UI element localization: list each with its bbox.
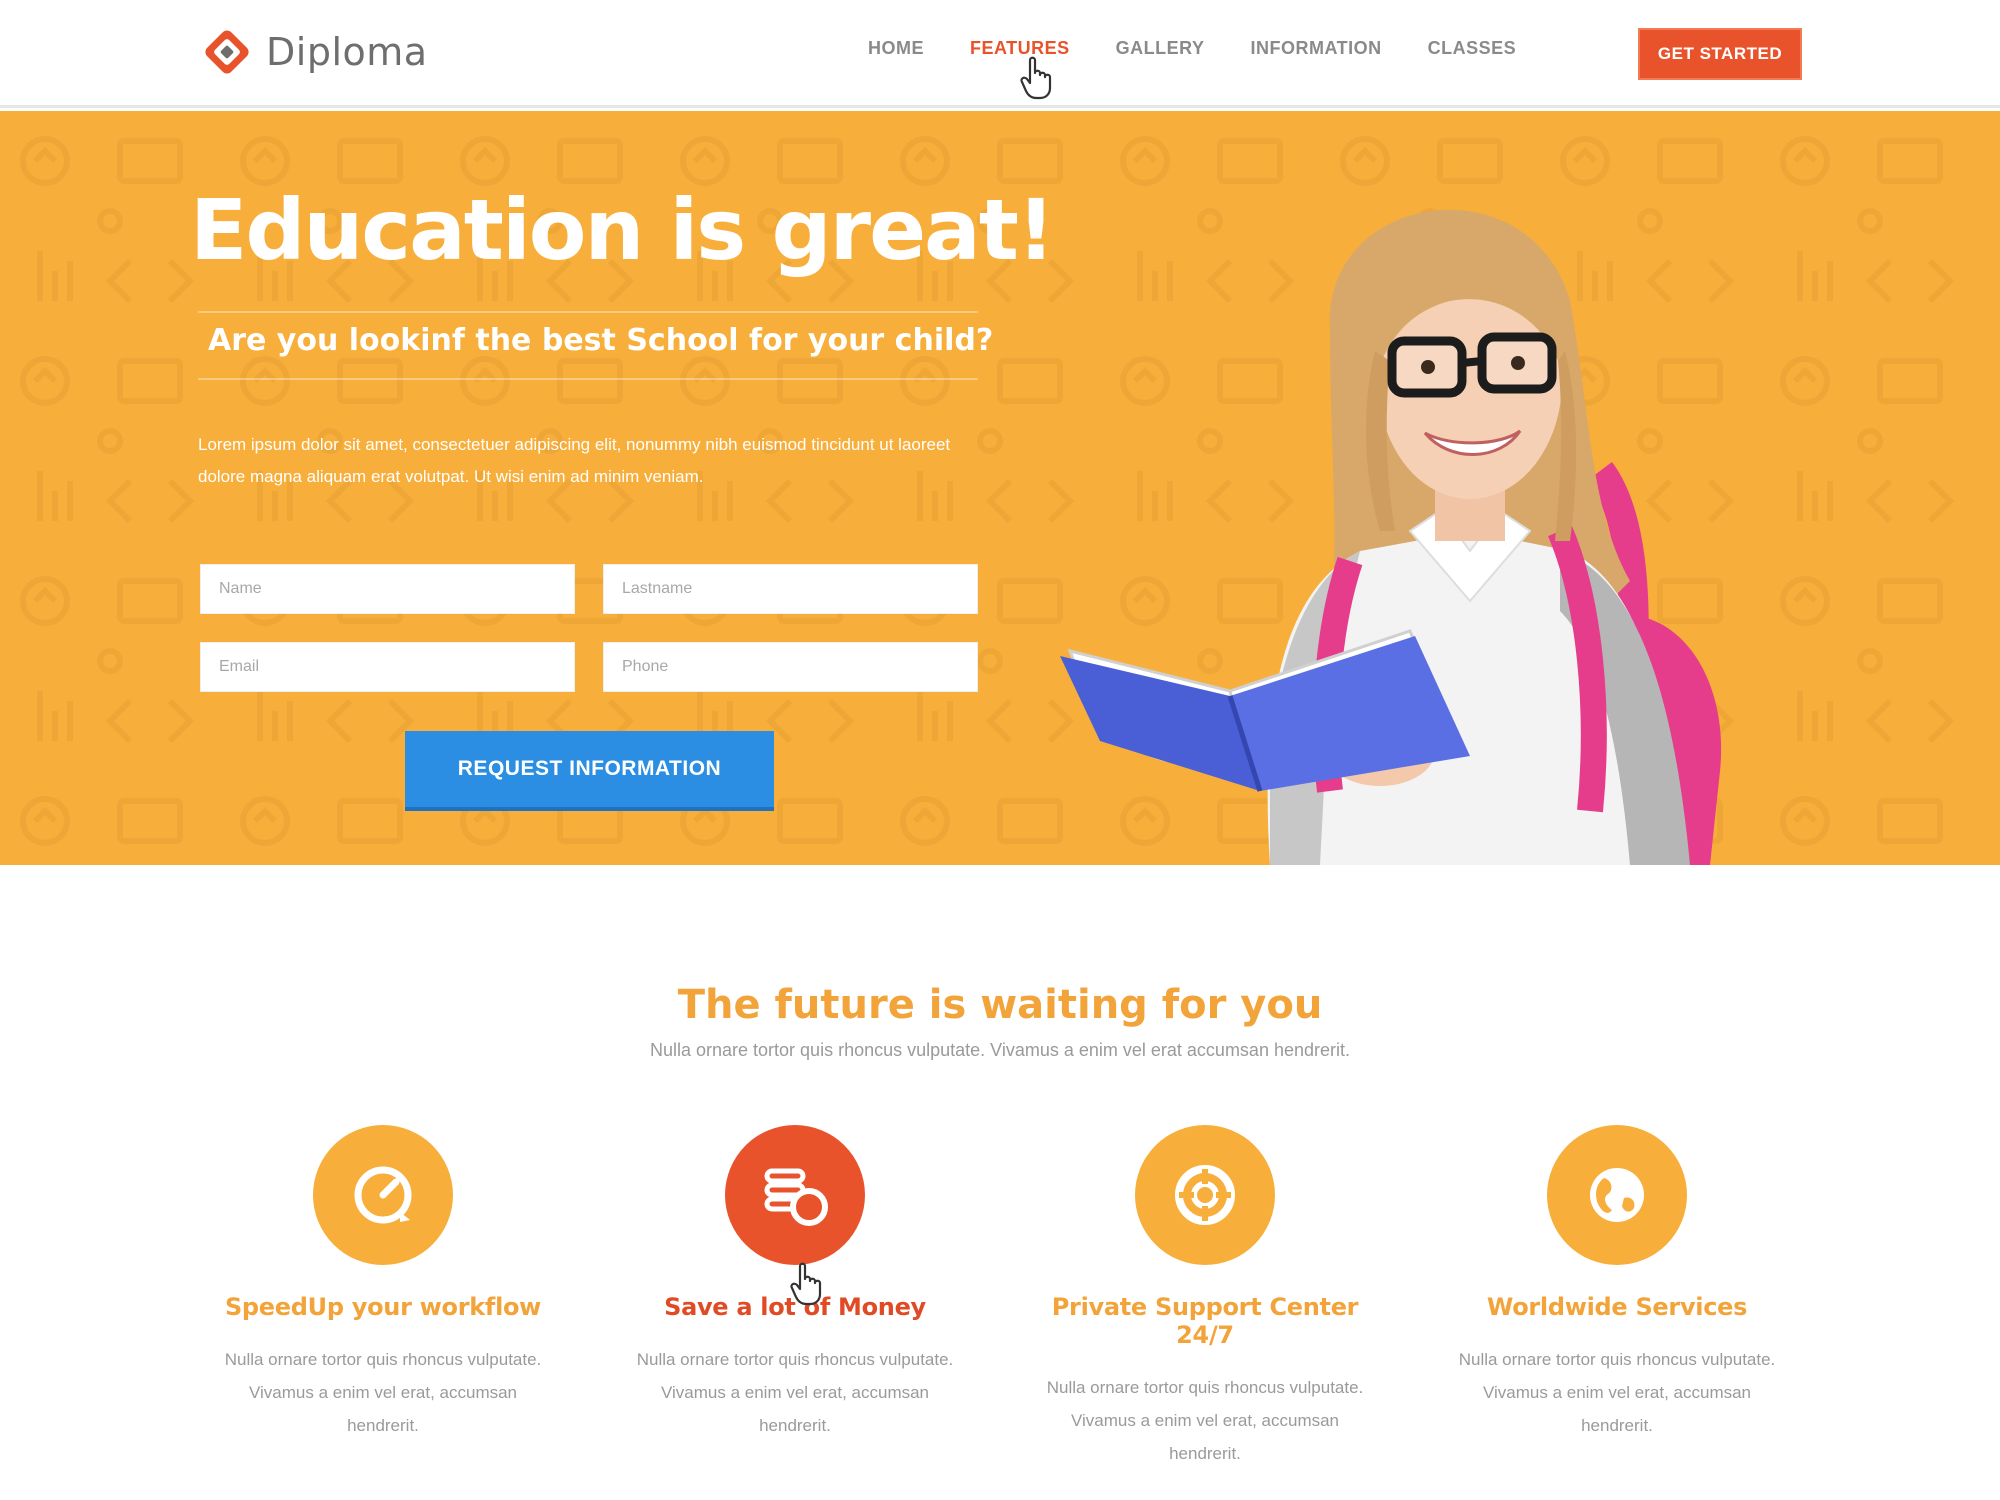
nav-item-gallery[interactable]: GALLERY (1116, 38, 1205, 59)
feature-description: Nulla ornare tortor quis rhoncus vulputa… (636, 1350, 954, 1435)
feature-card-speedup: SpeedUp your workflow Nulla ornare torto… (213, 1125, 553, 1442)
student-photo (1060, 209, 1722, 865)
hero-description: Lorem ipsum dolor sit amet, consectetuer… (198, 435, 951, 486)
name-field[interactable] (200, 564, 575, 614)
globe-icon (1590, 1168, 1644, 1222)
feature-description: Nulla ornare tortor quis rhoncus vulputa… (1458, 1350, 1776, 1435)
hand-cursor-icon (1020, 56, 1052, 100)
email-field[interactable] (200, 642, 575, 692)
feature-icon-button[interactable] (1547, 1125, 1687, 1265)
get-started-button[interactable]: GET STARTED (1638, 28, 1802, 80)
nav-item-home[interactable]: HOME (868, 38, 924, 59)
hero-title: Education is great! (190, 181, 1055, 279)
lifebuoy-icon (1175, 1165, 1235, 1225)
speedometer-icon (354, 1166, 412, 1224)
phone-field[interactable] (603, 642, 978, 692)
feature-description: Nulla ornare tortor quis rhoncus vulputa… (224, 1350, 542, 1435)
coins-icon (764, 1168, 828, 1226)
nav-item-information[interactable]: INFORMATION (1251, 38, 1382, 59)
hero-subtitle: Are you lookinf the best School for your… (208, 323, 994, 358)
feature-title: Worldwide Services (1486, 1293, 1748, 1321)
lastname-field[interactable] (603, 564, 978, 614)
feature-title: SpeedUp your workflow (224, 1293, 542, 1321)
nav-item-classes[interactable]: CLASSES (1428, 38, 1517, 59)
top-navigation: Diploma HOME FEATURES GALLERY INFORMATIO… (0, 0, 2000, 108)
request-information-button[interactable]: REQUEST INFORMATION (405, 731, 774, 811)
features-title: The future is waiting for you (677, 982, 1323, 1028)
brand-logo[interactable]: Diploma (200, 22, 428, 82)
feature-title: Private Support Center 24/7 (1051, 1293, 1359, 1349)
main-menu: HOME FEATURES GALLERY INFORMATION CLASSE… (868, 38, 1562, 59)
features-subtitle: Nulla ornare tortor quis rhoncus vulputa… (649, 1040, 1350, 1060)
feature-card-worldwide: Worldwide Services Nulla ornare tortor q… (1447, 1125, 1787, 1442)
divider (198, 311, 978, 313)
feature-description: Nulla ornare tortor quis rhoncus vulputa… (1046, 1378, 1364, 1463)
brand-name: Diploma (266, 30, 428, 74)
feature-icon-button[interactable] (313, 1125, 453, 1265)
feature-icon-button[interactable] (725, 1125, 865, 1265)
feature-card-support: Private Support Center 24/7 Nulla ornare… (1035, 1125, 1375, 1470)
divider (198, 378, 978, 380)
hero-section: Education is great! Are you lookinf the … (0, 111, 2000, 865)
hand-cursor-icon (790, 1262, 822, 1306)
feature-icon-button[interactable] (1135, 1125, 1275, 1265)
diploma-logo-icon (205, 30, 249, 74)
